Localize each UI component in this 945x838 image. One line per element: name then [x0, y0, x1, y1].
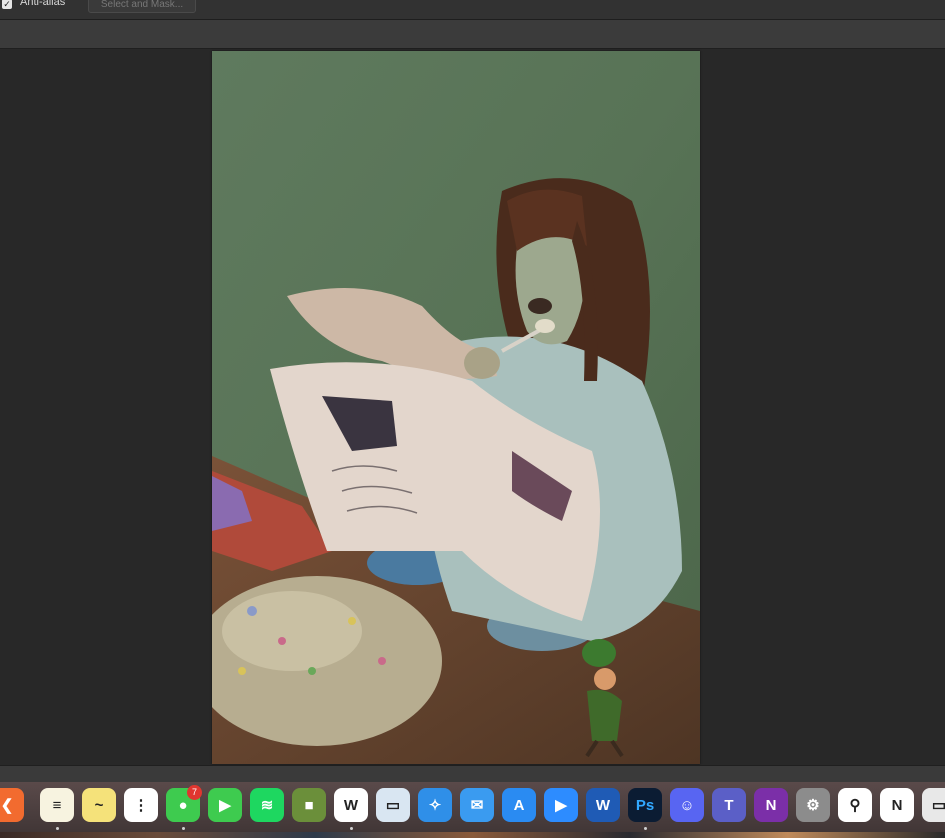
dock-app-store[interactable]: A	[502, 788, 536, 822]
document-canvas[interactable]	[212, 51, 700, 764]
dock-teams[interactable]: T	[712, 788, 746, 822]
dock-minecraft[interactable]: ■	[292, 788, 326, 822]
dock-affinity-like-app[interactable]: ❮	[0, 788, 24, 822]
w-icon: W	[343, 796, 359, 814]
select-and-mask-button[interactable]: Select and Mask...	[88, 0, 196, 13]
dock-running-indicator	[56, 827, 59, 830]
chevron-left-icon: ❮	[0, 797, 14, 814]
stickies-icon: ~	[94, 796, 104, 814]
dock-misc-app[interactable]: ▭	[922, 788, 945, 822]
anti-alias-label: Anti-alias	[20, 0, 66, 8]
dock-reminders[interactable]: ⋮	[124, 788, 158, 822]
document-tab-strip	[0, 20, 945, 49]
desktop-wallpaper-strip	[0, 832, 945, 838]
magnifier-icon: ⚲	[849, 797, 861, 814]
status-bar	[0, 765, 945, 783]
preview-icon: ▭	[385, 797, 401, 814]
messages-badge: 7	[187, 785, 202, 800]
spotify-icon: ≋	[260, 797, 274, 814]
dock-discord[interactable]: ☺	[670, 788, 704, 822]
teams-icon: T	[724, 796, 734, 814]
dock-stickies[interactable]: ~	[82, 788, 116, 822]
dock-system-settings[interactable]: ⚙	[796, 788, 830, 822]
discord-icon: ☺	[679, 796, 695, 814]
gear-icon: ⚙	[806, 797, 820, 814]
messages-icon: ●	[178, 796, 188, 814]
notes-icon: ≡	[52, 796, 62, 814]
options-bar: ✓ Anti-alias Select and Mask...	[0, 0, 945, 20]
grass-block-icon: ■	[304, 796, 314, 814]
notion-icon: N	[891, 796, 903, 814]
dock-spotify[interactable]: ≋	[250, 788, 284, 822]
word-icon: W	[595, 796, 611, 814]
dock-notion[interactable]: N	[880, 788, 914, 822]
dock-preview[interactable]: ▭	[376, 788, 410, 822]
dock-zoom[interactable]: ▶	[544, 788, 578, 822]
facetime-icon: ▶	[219, 797, 231, 814]
painting-artwork	[212, 51, 700, 764]
dock-pinterest-like-app[interactable]: ⚲	[838, 788, 872, 822]
anti-alias-checkbox[interactable]: ✓	[2, 0, 12, 9]
dock-webex-like-app[interactable]: W	[334, 788, 368, 822]
reminders-icon: ⋮	[133, 797, 149, 814]
dock-running-indicator	[350, 827, 353, 830]
dock-running-indicator	[644, 827, 647, 830]
compass-icon: ✧	[428, 797, 442, 814]
dock-running-indicator	[182, 827, 185, 830]
dock-safari[interactable]: ✧	[418, 788, 452, 822]
video-camera-icon: ▶	[555, 797, 567, 814]
dock-notes[interactable]: ≡	[40, 788, 74, 822]
app-store-icon: A	[513, 796, 525, 814]
dock-photoshop[interactable]: Ps	[628, 788, 662, 822]
dock-onenote[interactable]: N	[754, 788, 788, 822]
dock-word[interactable]: W	[586, 788, 620, 822]
dock-facetime[interactable]: ▶	[208, 788, 242, 822]
photoshop-icon: Ps	[635, 796, 655, 814]
dock-mail[interactable]: ✉	[460, 788, 494, 822]
window-icon: ▭	[931, 797, 945, 814]
onenote-icon: N	[765, 796, 777, 814]
mail-icon: ✉	[470, 797, 484, 814]
